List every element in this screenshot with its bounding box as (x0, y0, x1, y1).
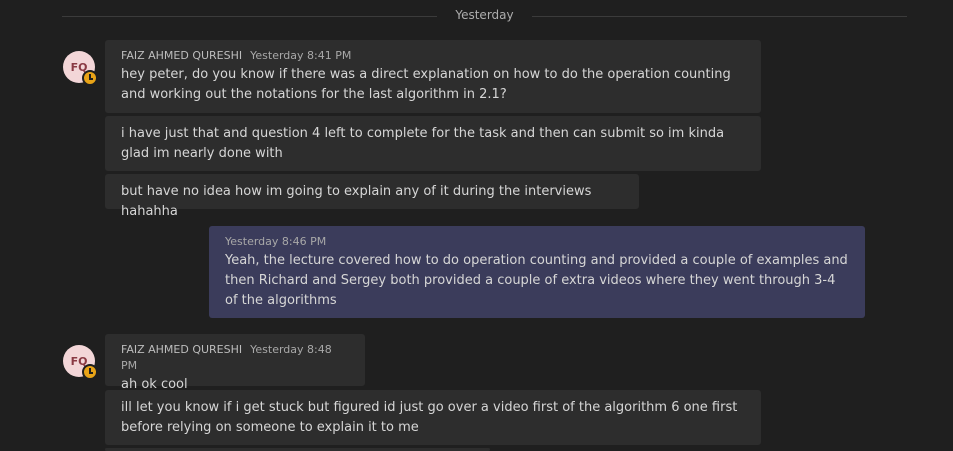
message-timestamp: Yesterday 8:46 PM (225, 235, 327, 248)
message-text: ill let you know if i get stuck but figu… (121, 400, 738, 435)
sender-name[interactable]: FAIZ AHMED QURESHI (121, 343, 242, 356)
divider-line-right (532, 16, 907, 17)
avatar[interactable]: FQ (63, 51, 98, 86)
message-text: hey peter, do you know if there was a di… (121, 67, 731, 102)
away-clock-icon (82, 70, 98, 86)
date-divider-label: Yesterday (455, 8, 514, 22)
chat-message[interactable]: but have no idea how im going to explain… (105, 174, 639, 219)
message-text: Yeah, the lecture covered how to do oper… (225, 253, 848, 308)
chat-message[interactable]: ill let you know if i get stuck but figu… (105, 390, 761, 445)
chat-message[interactable]: FAIZ AHMED QURESHI Yesterday 8:48 PM ah o… (105, 334, 365, 392)
sender-name[interactable]: FAIZ AHMED QURESHI (121, 49, 242, 62)
own-chat-message[interactable]: Yesterday 8:46 PM Yeah, the lecture cove… (209, 226, 865, 318)
avatar[interactable]: FQ (63, 345, 98, 380)
chat-message[interactable]: FAIZ AHMED QURESHI Yesterday 8:41 PM hey … (105, 40, 761, 113)
message-meta: FAIZ AHMED QURESHI Yesterday 8:41 PM (121, 48, 745, 64)
date-divider: Yesterday (62, 0, 907, 32)
message-text: but have no idea how im going to explain… (121, 184, 592, 219)
chat-message[interactable]: i have just that and question 4 left to … (105, 116, 761, 171)
away-clock-icon (82, 364, 98, 380)
message-timestamp: Yesterday 8:41 PM (250, 49, 352, 62)
message-meta: Yesterday 8:46 PM (225, 234, 849, 250)
message-meta: FAIZ AHMED QURESHI Yesterday 8:48 PM (121, 342, 349, 374)
message-text: i have just that and question 4 left to … (121, 126, 725, 161)
